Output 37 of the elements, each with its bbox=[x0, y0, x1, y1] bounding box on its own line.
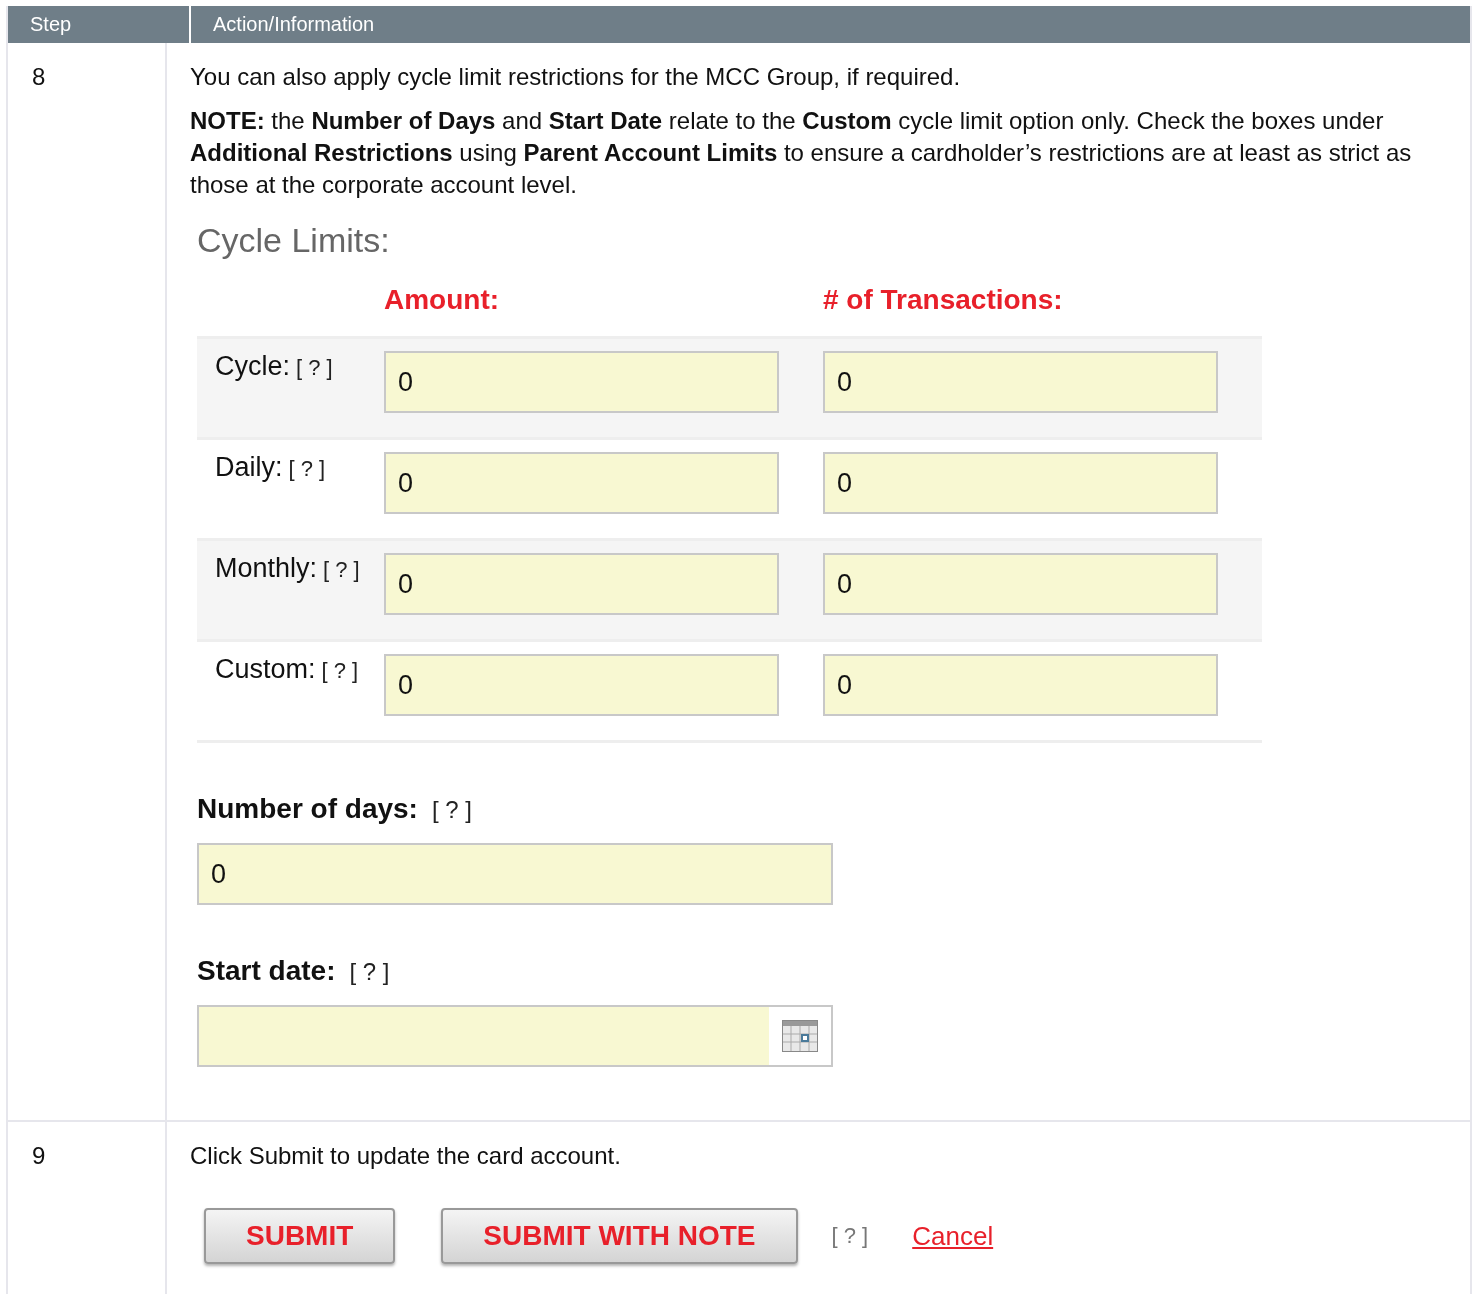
help-link[interactable]: [ ? ] bbox=[831, 1223, 869, 1249]
step-number: 8 bbox=[32, 63, 46, 90]
step-number: 9 bbox=[32, 1142, 46, 1169]
column-header: # of Transactions: bbox=[823, 284, 1064, 317]
submit-button[interactable]: SUBMIT bbox=[204, 1208, 396, 1264]
limit-label: Monthly: bbox=[215, 553, 318, 583]
column-header: Action/Information bbox=[212, 12, 376, 37]
transactions-field[interactable]: 0 bbox=[823, 654, 1218, 716]
amount-field[interactable]: 0 bbox=[384, 654, 779, 716]
note-text: NOTE: the Number of Days and Start Date relate to the Custom cycle limit option only. Check the boxes under Additional Restrictions using Parent Account Limits to ensure a cardholder’s restrictions are at least as strict as those at the corporate account level. bbox=[190, 106, 1413, 200]
transactions-field[interactable]: 0 bbox=[823, 553, 1218, 615]
amount-field[interactable]: 0 bbox=[384, 553, 779, 615]
help-link[interactable]: [ ? ] bbox=[349, 958, 390, 985]
field-label: Number of days: bbox=[197, 793, 418, 824]
limit-label: Custom: bbox=[215, 654, 316, 684]
instruction-text: You can also apply cycle limit restrictions for the MCC Group, if required. bbox=[190, 62, 962, 92]
column-header: Step bbox=[8, 6, 191, 43]
transactions-field[interactable]: 0 bbox=[823, 452, 1218, 514]
instruction-text: Click Submit to update the card account. bbox=[190, 1141, 622, 1171]
calendar-icon[interactable] bbox=[782, 1020, 818, 1052]
help-link[interactable]: [ ? ] bbox=[323, 557, 360, 582]
help-link[interactable]: [ ? ] bbox=[431, 796, 472, 823]
date-field[interactable] bbox=[197, 1005, 833, 1067]
help-link[interactable]: [ ? ] bbox=[288, 456, 326, 481]
cancel-link[interactable]: Cancel bbox=[912, 1220, 994, 1252]
field-label: Start date: bbox=[197, 955, 336, 986]
help-link[interactable]: [ ? ] bbox=[321, 658, 359, 683]
days-field[interactable]: 0 bbox=[197, 843, 833, 905]
limit-label: Daily: bbox=[215, 452, 283, 482]
help-link[interactable]: [ ? ] bbox=[296, 355, 333, 380]
transactions-field[interactable]: 0 bbox=[823, 351, 1218, 413]
column-header: Amount: bbox=[384, 284, 501, 317]
limit-label: Cycle: bbox=[215, 351, 290, 381]
submit-button[interactable]: SUBMIT WITH NOTE bbox=[441, 1208, 798, 1264]
section-title: Cycle Limits: bbox=[197, 221, 391, 260]
amount-field[interactable]: 0 bbox=[384, 452, 779, 514]
amount-field[interactable]: 0 bbox=[384, 351, 779, 413]
